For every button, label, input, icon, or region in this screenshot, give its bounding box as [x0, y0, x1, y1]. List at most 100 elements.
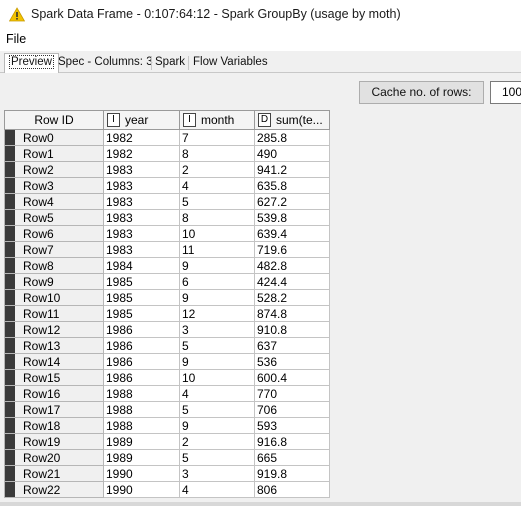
table-row[interactable]: Row12 1986 3 910.8	[4, 321, 330, 338]
row-id-cell[interactable]: Row15	[4, 369, 104, 386]
table-row[interactable]: Row6 1983 10 639.4	[4, 225, 330, 242]
month-cell[interactable]: 4	[179, 177, 255, 194]
row-id-cell[interactable]: Row1	[4, 145, 104, 162]
year-cell[interactable]: 1986	[103, 337, 180, 354]
month-cell[interactable]: 9	[179, 417, 255, 434]
month-cell[interactable]: 8	[179, 209, 255, 226]
month-cell[interactable]: 5	[179, 449, 255, 466]
year-cell[interactable]: 1983	[103, 193, 180, 210]
month-cell[interactable]: 10	[179, 225, 255, 242]
table-row[interactable]: Row19 1989 2 916.8	[4, 433, 330, 450]
year-cell[interactable]: 1982	[103, 129, 180, 146]
sum-cell[interactable]: 706	[254, 401, 330, 418]
month-cell[interactable]: 4	[179, 385, 255, 402]
sum-cell[interactable]: 806	[254, 481, 330, 498]
year-cell[interactable]: 1988	[103, 401, 180, 418]
year-cell[interactable]: 1983	[103, 177, 180, 194]
column-header-year[interactable]: Iyear	[103, 110, 180, 130]
row-id-cell[interactable]: Row5	[4, 209, 104, 226]
row-id-cell[interactable]: Row20	[4, 449, 104, 466]
month-cell[interactable]: 4	[179, 481, 255, 498]
tab-spark[interactable]: Spark	[151, 54, 189, 72]
table-row[interactable]: Row21 1990 3 919.8	[4, 465, 330, 482]
table-row[interactable]: Row15 1986 10 600.4	[4, 369, 330, 386]
table-row[interactable]: Row13 1986 5 637	[4, 337, 330, 354]
table-row[interactable]: Row16 1988 4 770	[4, 385, 330, 402]
sum-cell[interactable]: 539.8	[254, 209, 330, 226]
row-id-cell[interactable]: Row8	[4, 257, 104, 274]
sum-cell[interactable]: 919.8	[254, 465, 330, 482]
row-id-cell[interactable]: Row9	[4, 273, 104, 290]
year-cell[interactable]: 1984	[103, 257, 180, 274]
month-cell[interactable]: 2	[179, 161, 255, 178]
year-cell[interactable]: 1990	[103, 481, 180, 498]
sum-cell[interactable]: 639.4	[254, 225, 330, 242]
month-cell[interactable]: 5	[179, 337, 255, 354]
year-cell[interactable]: 1988	[103, 417, 180, 434]
row-id-cell[interactable]: Row14	[4, 353, 104, 370]
table-row[interactable]: Row1 1982 8 490	[4, 145, 330, 162]
tab-flow-variables[interactable]: Flow Variables	[189, 54, 272, 72]
table-row[interactable]: Row22 1990 4 806	[4, 481, 330, 498]
month-cell[interactable]: 10	[179, 369, 255, 386]
sum-cell[interactable]: 941.2	[254, 161, 330, 178]
year-cell[interactable]: 1985	[103, 305, 180, 322]
cache-rows-button[interactable]: Cache no. of rows:	[359, 81, 484, 104]
month-cell[interactable]: 12	[179, 305, 255, 322]
month-cell[interactable]: 9	[179, 289, 255, 306]
year-cell[interactable]: 1983	[103, 241, 180, 258]
sum-cell[interactable]: 635.8	[254, 177, 330, 194]
sum-cell[interactable]: 910.8	[254, 321, 330, 338]
sum-cell[interactable]: 424.4	[254, 273, 330, 290]
table-row[interactable]: Row7 1983 11 719.6	[4, 241, 330, 258]
year-cell[interactable]: 1985	[103, 273, 180, 290]
horizontal-scrollbar[interactable]	[0, 502, 521, 506]
year-cell[interactable]: 1983	[103, 225, 180, 242]
month-cell[interactable]: 3	[179, 465, 255, 482]
month-cell[interactable]: 2	[179, 433, 255, 450]
tab-spec-columns[interactable]: Spec - Columns: 3	[54, 54, 157, 72]
row-id-cell[interactable]: Row21	[4, 465, 104, 482]
table-row[interactable]: Row3 1983 4 635.8	[4, 177, 330, 194]
year-cell[interactable]: 1986	[103, 321, 180, 338]
sum-cell[interactable]: 637	[254, 337, 330, 354]
year-cell[interactable]: 1986	[103, 353, 180, 370]
sum-cell[interactable]: 627.2	[254, 193, 330, 210]
row-id-cell[interactable]: Row4	[4, 193, 104, 210]
row-id-cell[interactable]: Row3	[4, 177, 104, 194]
year-cell[interactable]: 1988	[103, 385, 180, 402]
year-cell[interactable]: 1982	[103, 145, 180, 162]
year-cell[interactable]: 1989	[103, 433, 180, 450]
month-cell[interactable]: 9	[179, 353, 255, 370]
year-cell[interactable]: 1989	[103, 449, 180, 466]
table-row[interactable]: Row17 1988 5 706	[4, 401, 330, 418]
row-id-cell[interactable]: Row22	[4, 481, 104, 498]
month-cell[interactable]: 6	[179, 273, 255, 290]
sum-cell[interactable]: 593	[254, 417, 330, 434]
table-row[interactable]: Row11 1985 12 874.8	[4, 305, 330, 322]
table-row[interactable]: Row14 1986 9 536	[4, 353, 330, 370]
table-row[interactable]: Row0 1982 7 285.8	[4, 129, 330, 146]
tab-preview[interactable]: Preview	[4, 53, 59, 73]
sum-cell[interactable]: 665	[254, 449, 330, 466]
sum-cell[interactable]: 874.8	[254, 305, 330, 322]
year-cell[interactable]: 1983	[103, 209, 180, 226]
table-row[interactable]: Row18 1988 9 593	[4, 417, 330, 434]
row-id-cell[interactable]: Row19	[4, 433, 104, 450]
table-row[interactable]: Row9 1985 6 424.4	[4, 273, 330, 290]
row-id-cell[interactable]: Row18	[4, 417, 104, 434]
row-id-cell[interactable]: Row2	[4, 161, 104, 178]
table-row[interactable]: Row2 1983 2 941.2	[4, 161, 330, 178]
column-header-rowid[interactable]: Row ID	[4, 110, 104, 130]
month-cell[interactable]: 5	[179, 193, 255, 210]
row-id-cell[interactable]: Row6	[4, 225, 104, 242]
year-cell[interactable]: 1990	[103, 465, 180, 482]
row-id-cell[interactable]: Row11	[4, 305, 104, 322]
table-row[interactable]: Row20 1989 5 665	[4, 449, 330, 466]
month-cell[interactable]: 3	[179, 321, 255, 338]
table-row[interactable]: Row4 1983 5 627.2	[4, 193, 330, 210]
sum-cell[interactable]: 285.8	[254, 129, 330, 146]
month-cell[interactable]: 7	[179, 129, 255, 146]
table-row[interactable]: Row8 1984 9 482.8	[4, 257, 330, 274]
column-header-month[interactable]: Imonth	[179, 110, 255, 130]
